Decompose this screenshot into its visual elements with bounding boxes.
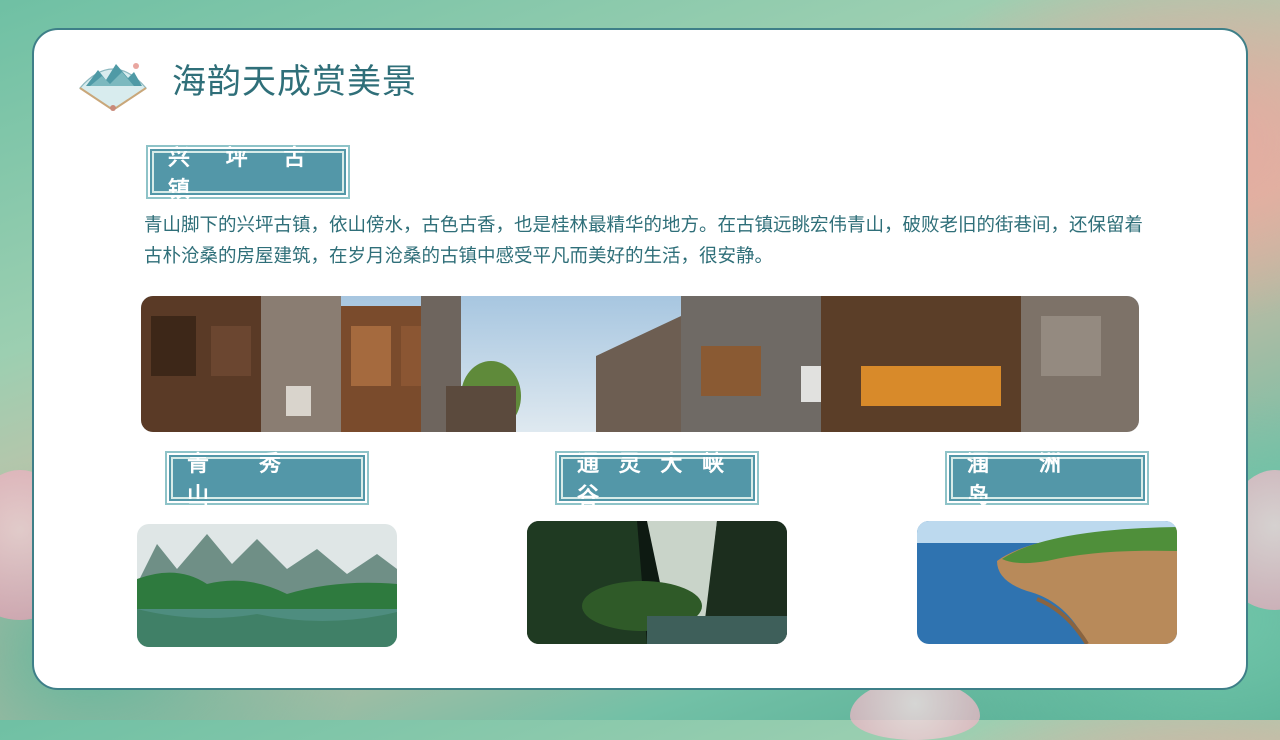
tongling-canyon-photo — [527, 521, 787, 644]
attraction-tag-weizhou-island: 涠 洲 岛 — [949, 451, 1145, 509]
attraction-tag-tongling-canyon: 通 灵 大 峡 谷 — [559, 451, 755, 509]
section-description: 青山脚下的兴坪古镇，依山傍水，古色古香，也是桂林最精华的地方。在古镇远眺宏伟青山… — [144, 215, 1144, 267]
weizhou-island-photo — [917, 521, 1177, 644]
section-tag-xingping: 兴 坪 古 镇 — [150, 145, 346, 203]
fan-landscape-logo-icon — [79, 63, 147, 111]
attraction-tag-qingxiushan: 青 秀 山 — [169, 451, 365, 509]
page-title: 海韵天成赏美景 — [172, 62, 417, 102]
xingping-old-town-photo — [141, 296, 1139, 432]
qingxiushan-photo — [137, 524, 397, 647]
